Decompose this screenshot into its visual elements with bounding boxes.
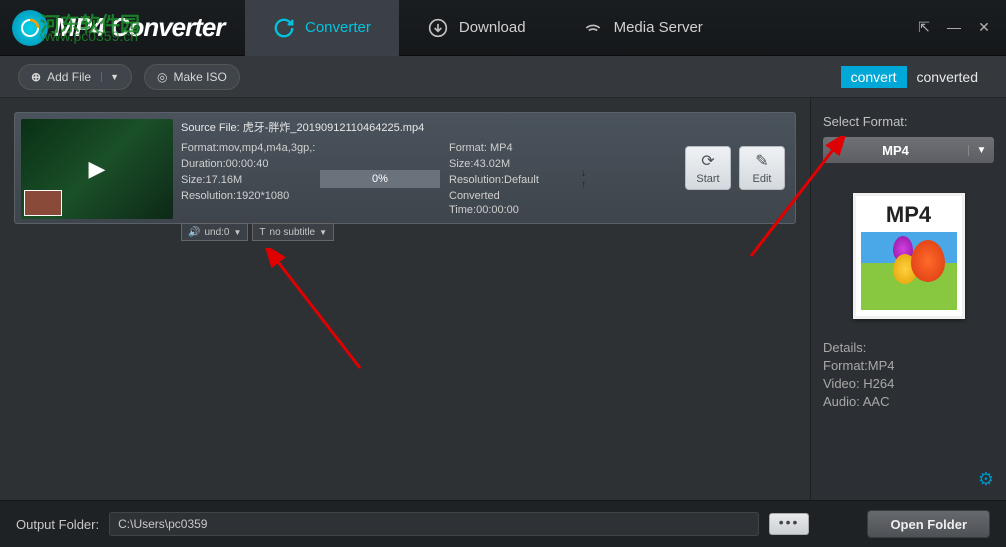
label: Format: bbox=[449, 142, 487, 154]
subtabs: convert converted bbox=[841, 66, 988, 88]
watermark-url: www.pc0359.cn bbox=[40, 28, 138, 44]
tab-media-server[interactable]: Media Server bbox=[554, 0, 731, 56]
logo-area: MP4 Converter 河东软件园 www.pc0359.cn bbox=[0, 0, 245, 56]
gear-icon[interactable]: ⚙ bbox=[978, 469, 994, 490]
label: Size: bbox=[449, 158, 473, 170]
plus-icon: ⊕ bbox=[31, 70, 41, 84]
format-preview-card: MP4 bbox=[853, 193, 965, 319]
edit-button[interactable]: ✎ Edit bbox=[739, 146, 785, 190]
label: Duration: bbox=[181, 158, 226, 170]
format-sidebar: Select Format: MP4 ▼ MP4 Details: Format… bbox=[810, 98, 1006, 500]
open-folder-button[interactable]: Open Folder bbox=[867, 510, 990, 538]
button-label: Start bbox=[696, 173, 719, 185]
main-area: ▶ Source File: 虎牙-胖炸_20190912110464225.m… bbox=[0, 98, 1006, 500]
label: Format: bbox=[181, 142, 219, 154]
video-thumbnail[interactable]: ▶ bbox=[21, 119, 173, 219]
add-file-button[interactable]: ⊕ Add File ▼ bbox=[18, 64, 132, 90]
source-label: Source File: bbox=[181, 122, 240, 134]
arrow-down-icon[interactable]: ↑ bbox=[581, 179, 586, 190]
text-icon: T bbox=[259, 227, 265, 238]
button-label: Edit bbox=[753, 173, 772, 185]
wifi-icon bbox=[582, 17, 604, 39]
chevron-down-icon: ▼ bbox=[319, 228, 327, 237]
detail-format: Format:MP4 bbox=[823, 357, 994, 375]
tab-label: Media Server bbox=[614, 19, 703, 36]
progress-column: 0% bbox=[319, 141, 441, 217]
source-filename: 虎牙-胖炸_20190912110464225.mp4 bbox=[243, 122, 424, 134]
minimize-icon[interactable]: — bbox=[946, 19, 962, 36]
track-selectors: 🔊 und:0 ▼ T no subtitle ▼ bbox=[181, 223, 673, 241]
format-value: MP4 bbox=[823, 143, 968, 158]
label: Size: bbox=[181, 174, 205, 186]
button-label: Make ISO bbox=[174, 70, 227, 84]
disc-icon: ◎ bbox=[157, 70, 167, 84]
subtitle-value: no subtitle bbox=[270, 227, 316, 238]
card-format-label: MP4 bbox=[886, 202, 931, 228]
tab-label: Converter bbox=[305, 19, 371, 36]
file-list-pane: ▶ Source File: 虎牙-胖炸_20190912110464225.m… bbox=[0, 98, 810, 500]
detail-audio: Audio: AAC bbox=[823, 393, 994, 411]
tab-label: Download bbox=[459, 19, 526, 36]
start-button[interactable]: ⟳ Start bbox=[685, 146, 731, 190]
value: 17.16M bbox=[205, 174, 242, 186]
refresh-icon bbox=[273, 17, 295, 39]
details-header: Details: bbox=[823, 339, 994, 357]
tab-download[interactable]: Download bbox=[399, 0, 554, 56]
source-meta-column: Format:mov,mp4,m4a,3gp,: Duration:00:00:… bbox=[181, 141, 311, 217]
file-metadata: Source File: 虎牙-胖炸_20190912110464225.mp4… bbox=[181, 119, 673, 217]
footer-bar: Output Folder: ••• Open Folder bbox=[0, 500, 1006, 547]
value: mov,mp4,m4a,3gp,: bbox=[219, 142, 315, 154]
label: Resolution: bbox=[181, 190, 236, 202]
refresh-icon: ⟳ bbox=[701, 151, 714, 171]
detail-video: Video: H264 bbox=[823, 375, 994, 393]
chevron-down-icon: ▼ bbox=[233, 228, 241, 237]
value: Default bbox=[504, 174, 539, 186]
format-dropdown[interactable]: MP4 ▼ bbox=[823, 137, 994, 163]
annotation-arrow bbox=[260, 248, 380, 378]
edit-icon: ✎ bbox=[755, 151, 768, 171]
balloon-icon bbox=[911, 240, 945, 282]
subtab-converted[interactable]: converted bbox=[907, 66, 988, 88]
label: Resolution: bbox=[449, 174, 504, 186]
row-actions: ⟳ Start ✎ Edit bbox=[681, 119, 789, 217]
subtitle-select[interactable]: T no subtitle ▼ bbox=[252, 223, 334, 241]
window-controls: ⇱ — ✕ bbox=[916, 19, 1006, 36]
reorder-arrows[interactable]: ↓ ↑ bbox=[581, 168, 586, 190]
file-row[interactable]: ▶ Source File: 虎牙-胖炸_20190912110464225.m… bbox=[14, 112, 796, 224]
audio-track-value: und:0 bbox=[204, 227, 229, 238]
subtab-convert[interactable]: convert bbox=[841, 66, 907, 88]
select-format-label: Select Format: bbox=[823, 114, 994, 129]
output-meta-column: Format: MP4 Size:43.02M Resolution:Defau… bbox=[449, 141, 569, 217]
format-details: Details: Format:MP4 Video: H264 Audio: A… bbox=[823, 339, 994, 411]
value: 00:00:40 bbox=[226, 158, 269, 170]
thumbnail-pip bbox=[24, 190, 62, 216]
tab-converter[interactable]: Converter bbox=[245, 0, 399, 56]
make-iso-button[interactable]: ◎ Make ISO bbox=[144, 64, 240, 90]
output-folder-label: Output Folder: bbox=[16, 517, 99, 532]
chevron-down-icon[interactable]: ▼ bbox=[968, 145, 994, 156]
close-icon[interactable]: ✕ bbox=[976, 19, 992, 36]
popout-icon[interactable]: ⇱ bbox=[916, 19, 932, 36]
chevron-down-icon[interactable]: ▼ bbox=[101, 72, 119, 82]
title-bar: MP4 Converter 河东软件园 www.pc0359.cn Conver… bbox=[0, 0, 1006, 56]
output-folder-input[interactable] bbox=[109, 512, 759, 536]
browse-button[interactable]: ••• bbox=[769, 513, 809, 535]
main-tabs: Converter Download Media Server bbox=[245, 0, 916, 56]
source-file-line: Source File: 虎牙-胖炸_20190912110464225.mp4 bbox=[181, 119, 673, 135]
value: 1920*1080 bbox=[236, 190, 289, 202]
download-icon bbox=[427, 17, 449, 39]
value: 43.02M bbox=[473, 158, 510, 170]
card-image bbox=[861, 232, 957, 310]
audio-track-select[interactable]: 🔊 und:0 ▼ bbox=[181, 223, 248, 241]
speaker-icon: 🔊 bbox=[188, 227, 200, 238]
button-label: Add File bbox=[47, 70, 91, 84]
progress-bar: 0% bbox=[320, 170, 440, 188]
toolbar: ⊕ Add File ▼ ◎ Make ISO convert converte… bbox=[0, 56, 1006, 98]
value: 00:00:00 bbox=[476, 204, 519, 216]
play-icon: ▶ bbox=[89, 156, 106, 182]
arrow-up-icon[interactable]: ↓ bbox=[581, 168, 586, 179]
value: MP4 bbox=[490, 142, 513, 154]
